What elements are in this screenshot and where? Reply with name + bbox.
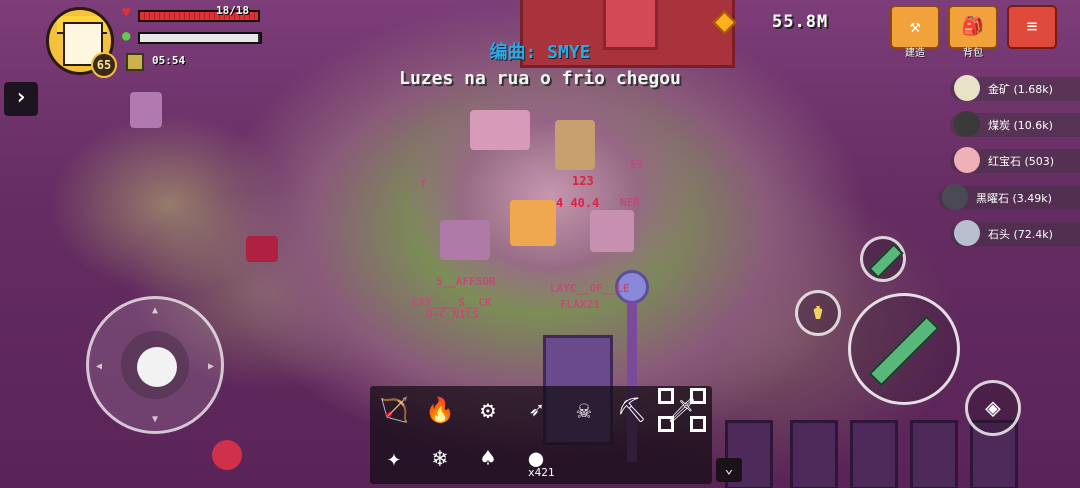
- pillar: [850, 420, 898, 488]
- heart-icon: ♥: [122, 5, 131, 21]
- build-icon: ⚒: [909, 16, 921, 37]
- pillar: [790, 420, 838, 488]
- ruby-icon: [954, 147, 980, 173]
- resource-obsidian: 黑曜石 (3.49k): [938, 184, 1080, 210]
- player-name-tag: T: [420, 178, 427, 191]
- skull-staff-icon: ☠: [576, 396, 592, 424]
- coal-icon: [954, 111, 980, 137]
- character-sprite: [510, 200, 556, 246]
- resource-coal: 煤炭 (10.6k): [950, 111, 1080, 137]
- joystick-up-arrow-icon: ▲: [152, 305, 159, 316]
- pickaxe-icon: ⛏: [616, 396, 648, 424]
- ice-staff-icon: ❄: [432, 444, 448, 472]
- movement-joystick[interactable]: ▲ ▼ ◀ ▶: [86, 296, 224, 434]
- hotbar-slot[interactable]: ➶: [514, 390, 558, 430]
- build-label: 建造: [905, 48, 925, 59]
- joystick-knob[interactable]: [137, 347, 177, 387]
- butterfly-sprite: [246, 236, 278, 262]
- shovel-icon: ♠: [480, 444, 496, 472]
- player-name-tag: LAYC__OF__LE: [550, 282, 630, 295]
- selected-slot-corner: [690, 388, 706, 404]
- hotbar-slot[interactable]: 🗡: [658, 388, 706, 432]
- hotbar-slot[interactable]: ⛏: [610, 390, 654, 430]
- hotbar-slot[interactable]: ♠: [466, 438, 510, 478]
- selected-slot-corner: [658, 416, 674, 432]
- character-sprite: [555, 120, 595, 170]
- npc-sprite: [130, 92, 162, 128]
- flower-sprite: [212, 440, 242, 470]
- dodge-roll-button[interactable]: ◈: [965, 380, 1021, 436]
- backpack-button[interactable]: 🎒: [948, 5, 998, 49]
- hotbar-slot[interactable]: ❄: [418, 438, 462, 478]
- joystick-down-arrow-icon: ▼: [152, 414, 159, 425]
- player-name-tag: NER: [620, 196, 640, 209]
- character-sprite: [440, 220, 490, 260]
- hotbar-slot[interactable]: ⚙: [466, 390, 510, 430]
- pillar: [910, 420, 958, 488]
- resource-label: 石头 (72.4k): [988, 228, 1053, 241]
- selected-slot-corner: [658, 388, 674, 404]
- small-sword-icon: [868, 243, 904, 279]
- resource-label: 煤炭 (10.6k): [988, 119, 1053, 132]
- hotbar-expand-button[interactable]: ⌄: [716, 458, 742, 482]
- crossbow-icon: 🏹: [379, 396, 409, 424]
- scroll-menu-icon: ≡: [1026, 16, 1038, 37]
- selected-slot-corner: [690, 416, 706, 432]
- build-button[interactable]: ⚒: [890, 5, 940, 49]
- player-name-tag: S__AFFSOR: [436, 275, 496, 288]
- bow-icon: ➶: [528, 396, 544, 424]
- roll-icon: ◈: [985, 393, 1001, 423]
- potion-button[interactable]: ⚱: [795, 290, 841, 336]
- backpack-icon: 🎒: [961, 16, 985, 37]
- hotbar-slot[interactable]: 🏹: [372, 390, 416, 430]
- resource-gold-ore: 金矿 (1.68k): [950, 75, 1080, 101]
- character-sprite: [470, 110, 530, 150]
- menu-button[interactable]: ≡: [1007, 5, 1057, 49]
- hotbar-slot[interactable]: ✦: [372, 438, 416, 478]
- player-name-tag: D-C_NILS: [426, 308, 479, 321]
- backpack-label: 背包: [963, 48, 983, 59]
- resource-label: 黑曜石 (3.49k): [976, 192, 1052, 205]
- damage-number: 123: [572, 174, 594, 188]
- chevron-down-icon: ⌄: [724, 461, 734, 477]
- player-name-tag: FLAX21: [560, 298, 600, 311]
- character-sprite: [590, 210, 634, 252]
- resource-label: 金矿 (1.68k): [988, 83, 1053, 96]
- health-text: 18/18: [216, 4, 250, 17]
- golden-staff-icon: ✦: [386, 444, 402, 472]
- swap-weapon-button[interactable]: [860, 236, 906, 282]
- sword-icon: [868, 315, 940, 387]
- item-count: x421: [528, 466, 555, 479]
- resource-stone: 石头 (72.4k): [950, 220, 1080, 246]
- hotbar-slot[interactable]: ☠: [562, 390, 606, 430]
- potion-bottle-icon: ⚱: [811, 300, 825, 325]
- player-name-tag: EV: [630, 158, 644, 171]
- gold-ore-icon: [954, 75, 980, 101]
- hotbar-slot[interactable]: 🔥: [418, 390, 462, 430]
- joystick-right-arrow-icon: ▶: [207, 361, 214, 372]
- damage-number: 4 40.4: [556, 196, 600, 210]
- resource-label: 红宝石 (503): [988, 155, 1055, 168]
- currency-amount: 55.8M: [772, 12, 829, 32]
- stone-icon: [954, 220, 980, 246]
- attack-button[interactable]: [848, 293, 960, 405]
- resource-ruby: 红宝石 (503): [950, 147, 1080, 173]
- joystick-left-arrow-icon: ◀: [96, 361, 103, 372]
- obsidian-icon: [942, 184, 968, 210]
- fire-staff-icon: 🔥: [425, 396, 455, 424]
- music-lyric: Luzes na rua o frio chegou: [399, 68, 681, 89]
- drill-icon: ⚙: [480, 396, 496, 424]
